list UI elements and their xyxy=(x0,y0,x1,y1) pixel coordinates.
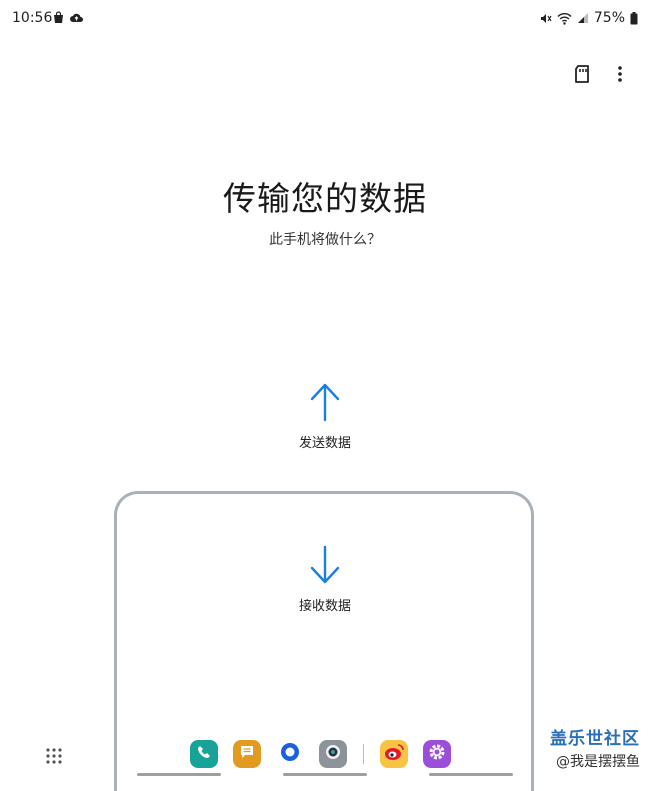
mute-icon xyxy=(539,12,552,25)
status-bar: 10:56 75% xyxy=(0,0,650,36)
watermark-main: 盖乐世社区 xyxy=(550,729,640,749)
page-title: 传输您的数据 xyxy=(223,179,427,218)
status-right-icons: 75% xyxy=(539,10,638,26)
battery-percent: 75% xyxy=(593,10,625,26)
weibo-icon xyxy=(383,742,405,766)
camera-app[interactable] xyxy=(319,740,347,768)
app-drawer-button[interactable] xyxy=(44,746,64,766)
phone-app[interactable] xyxy=(190,740,218,768)
header-actions xyxy=(570,64,632,88)
apps-grid-icon xyxy=(44,748,64,770)
settings-app[interactable] xyxy=(423,740,451,768)
receive-data-label: 接收数据 xyxy=(298,599,351,614)
messages-app[interactable] xyxy=(233,740,261,768)
nav-bar-center[interactable] xyxy=(283,773,367,776)
browser-app[interactable] xyxy=(276,740,304,768)
arrow-down-icon xyxy=(225,545,425,585)
status-time: 10:56 xyxy=(12,10,53,26)
watermark-sub: @我是摆摆鱼 xyxy=(556,754,640,770)
shopping-bag-icon xyxy=(52,11,65,24)
cloud-upload-icon xyxy=(69,11,84,24)
arrow-up-icon xyxy=(225,382,425,422)
receive-data-button[interactable]: 接收数据 xyxy=(225,545,425,614)
more-options-button[interactable] xyxy=(608,64,632,88)
dock-divider xyxy=(363,744,364,764)
nav-bar-left[interactable] xyxy=(137,773,221,776)
more-options-icon xyxy=(617,65,623,87)
watermark: 盖乐世社区 @我是摆摆鱼 xyxy=(550,724,640,771)
nav-bar-right[interactable] xyxy=(429,773,513,776)
wifi-icon xyxy=(557,12,572,25)
send-data-label: 发送数据 xyxy=(298,436,351,451)
dock xyxy=(190,740,451,768)
camera-icon xyxy=(323,742,343,766)
signal-icon xyxy=(577,12,589,24)
send-data-button[interactable]: 发送数据 xyxy=(225,382,425,451)
gear-icon xyxy=(428,743,446,765)
sd-card-button[interactable] xyxy=(570,64,594,88)
message-icon xyxy=(239,744,255,764)
status-left-icons xyxy=(52,11,84,24)
phone-icon xyxy=(196,744,212,764)
browser-icon xyxy=(279,741,301,767)
weibo-app[interactable] xyxy=(380,740,408,768)
sd-card-icon xyxy=(573,64,591,88)
page-subtitle: 此手机将做什么？ xyxy=(269,232,381,248)
battery-icon xyxy=(630,11,638,25)
